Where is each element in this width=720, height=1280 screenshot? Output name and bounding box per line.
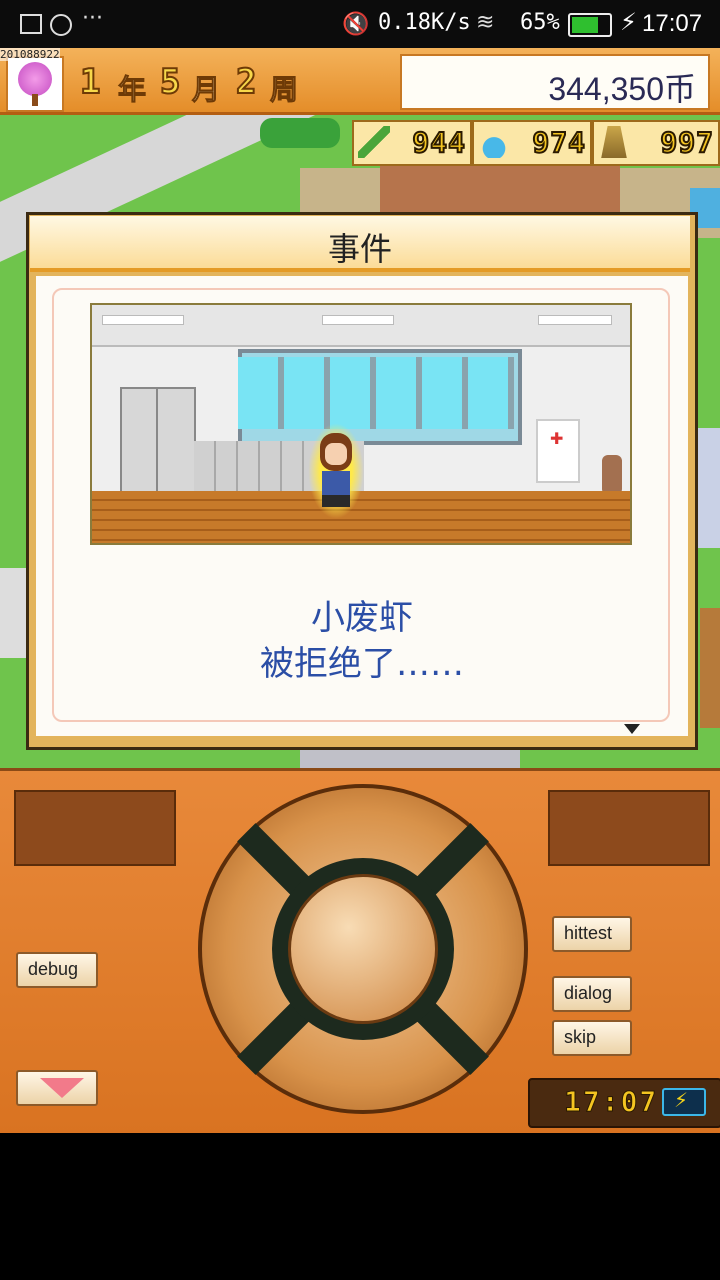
flask-icon — [478, 126, 510, 158]
avatar-code: 201088922 — [0, 48, 60, 61]
game-clock-time: 17:07 — [563, 1085, 659, 1119]
stat-research-value: 974 — [531, 125, 586, 160]
clock: 17:07 — [642, 10, 703, 37]
week-number: 2 — [235, 61, 258, 103]
triangle-down-icon — [40, 1078, 84, 1098]
stat-study: 944 — [352, 120, 472, 166]
debug-button[interactable]: debug — [16, 952, 98, 988]
charging-icon: ⚡ — [620, 8, 637, 36]
pencil-icon — [358, 126, 390, 158]
event-scene-image: ✚ — [90, 303, 632, 545]
money-display: 344,350币 — [400, 54, 710, 110]
event-message-line-1: 小废虾 — [311, 598, 413, 638]
image-notification-icon — [20, 14, 42, 34]
dpad-center-button[interactable] — [288, 874, 438, 1024]
stat-study-value: 944 — [411, 125, 466, 160]
battery-percent: 65% — [520, 10, 560, 35]
menu-down-button[interactable] — [16, 1070, 98, 1106]
skip-button[interactable]: skip — [552, 1020, 632, 1056]
school-avatar[interactable] — [6, 56, 64, 112]
stat-research: 974 — [472, 120, 592, 166]
continue-arrow-icon[interactable] — [624, 724, 640, 734]
wifi-icon: ≋ — [476, 10, 495, 35]
student-sprite — [308, 423, 364, 519]
month-unit: 月 — [191, 73, 221, 107]
stat-trophy-value: 997 — [659, 125, 714, 160]
money-amount: 344,350币 — [548, 71, 696, 107]
year-number: 1 — [79, 61, 102, 103]
mute-icon: 🔇 — [342, 12, 370, 37]
month-number: 5 — [159, 61, 182, 103]
tree-icon — [18, 62, 52, 96]
dialog-title-bar: 事件 — [30, 216, 690, 272]
system-status-bar: ··· 🔇 0.18K/s ≋ 65% ⚡ 17:07 — [0, 0, 720, 48]
right-display-panel — [548, 790, 710, 866]
year-unit: 年 — [117, 73, 147, 107]
event-message-line-2: 被拒绝了…… — [260, 644, 464, 684]
week-unit: 周 — [269, 73, 299, 107]
dialog-title: 事件 — [327, 230, 392, 268]
stat-trophy: 997 — [592, 120, 720, 166]
notification-icon — [50, 14, 72, 36]
more-notifications-icon: ··· — [82, 6, 103, 31]
battery-charging-icon: ⚡ — [662, 1088, 706, 1116]
trophy-icon — [601, 126, 627, 158]
left-display-panel — [14, 790, 176, 866]
battery-icon — [568, 13, 612, 37]
dialog-button[interactable]: dialog — [552, 976, 632, 1012]
network-speed: 0.18K/s — [378, 10, 471, 35]
hittest-button[interactable]: hittest — [552, 916, 632, 952]
game-clock: 17:07 ⚡ — [528, 1078, 720, 1128]
